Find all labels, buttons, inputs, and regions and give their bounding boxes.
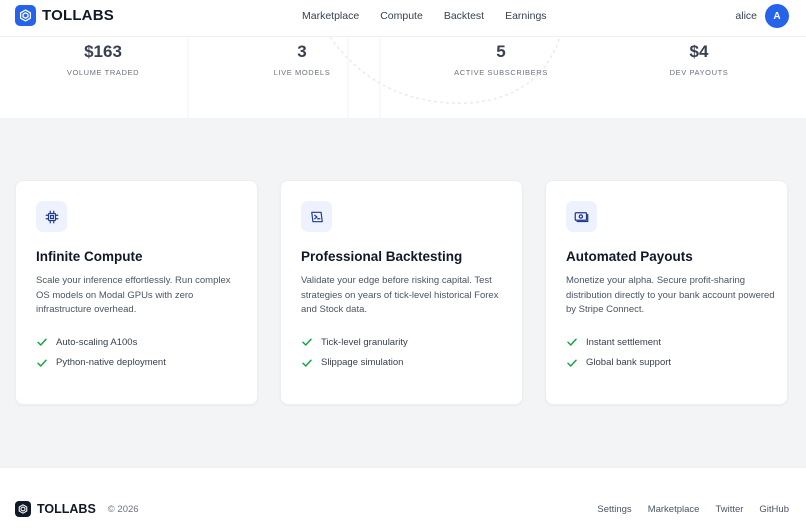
stat-label: VOLUME TRADED bbox=[66, 68, 140, 77]
list-item-text: Instant settlement bbox=[586, 336, 661, 348]
list-item: Auto-scaling A100s bbox=[36, 335, 166, 349]
brand-name: TOLLABS bbox=[42, 7, 114, 24]
footer-link-github[interactable]: GitHub bbox=[759, 504, 789, 515]
hexagon-logo-icon bbox=[15, 501, 31, 517]
card-description: Monetize your alpha. Secure profit-shari… bbox=[566, 275, 775, 315]
avatar[interactable]: A bbox=[765, 4, 789, 28]
list-item-text: Auto-scaling A100s bbox=[56, 336, 138, 348]
feature-card-compute: Infinite Compute Scale your inference ef… bbox=[15, 180, 258, 405]
check-icon bbox=[36, 336, 48, 348]
stats-band: $163 VOLUME TRADED 3 LIVE MODELS 5 ACTIV… bbox=[0, 37, 806, 118]
stat-label: LIVE MODELS bbox=[273, 68, 331, 77]
check-icon bbox=[301, 357, 313, 369]
footer-links: Settings Marketplace Twitter GitHub bbox=[597, 504, 789, 515]
feature-list: Tick-level granularity Slippage simulati… bbox=[301, 335, 408, 376]
nav-link-earnings[interactable]: Earnings bbox=[505, 10, 546, 22]
footer-brand-name: TOLLABS bbox=[37, 502, 96, 516]
username: alice bbox=[735, 10, 757, 22]
user-menu[interactable]: alice A bbox=[735, 4, 789, 28]
feature-card-payouts: Automated Payouts Monetize your alpha. S… bbox=[545, 180, 788, 405]
money-icon bbox=[566, 201, 597, 232]
check-icon bbox=[301, 336, 313, 348]
footer-link-marketplace[interactable]: Marketplace bbox=[648, 504, 700, 515]
feature-list: Auto-scaling A100s Python-native deploym… bbox=[36, 335, 166, 376]
list-item-text: Global bank support bbox=[586, 357, 672, 368]
list-item: Tick-level granularity bbox=[301, 335, 408, 349]
card-description: Validate your edge before risking capita… bbox=[301, 275, 499, 315]
list-item: Python-native deployment bbox=[36, 356, 166, 370]
stat-value: $4 bbox=[689, 42, 709, 61]
card-title: Infinite Compute bbox=[36, 249, 143, 264]
list-item-text: Python-native deployment bbox=[56, 357, 166, 368]
stat-live-models: 3 LIVE MODELS bbox=[212, 42, 392, 77]
list-item: Global bank support bbox=[566, 356, 671, 370]
footer: TOLLABS © 2026 Settings Marketplace Twit… bbox=[0, 467, 806, 531]
stat-value: $163 bbox=[84, 42, 122, 61]
chart-icon bbox=[301, 201, 332, 232]
stat-label: DEV PAYOUTS bbox=[669, 68, 729, 77]
check-icon bbox=[566, 336, 578, 348]
card-title: Professional Backtesting bbox=[301, 249, 463, 264]
features-section: Infinite Compute Scale your inference ef… bbox=[0, 118, 806, 467]
list-item-text: Tick-level granularity bbox=[321, 336, 408, 348]
check-icon bbox=[566, 357, 578, 369]
footer-link-settings[interactable]: Settings bbox=[597, 504, 631, 515]
stat-volume-traded: $163 VOLUME TRADED bbox=[13, 42, 193, 77]
cpu-icon bbox=[36, 201, 67, 232]
card-description: Scale your inference effortlessly. Run c… bbox=[36, 275, 231, 315]
nav-link-marketplace[interactable]: Marketplace bbox=[302, 10, 359, 22]
copyright: © 2026 bbox=[107, 503, 139, 515]
feature-card-backtesting: Professional Backtesting Validate your e… bbox=[280, 180, 523, 405]
list-item-text: Slippage simulation bbox=[321, 357, 404, 368]
feature-list: Instant settlement Global bank support bbox=[566, 335, 671, 376]
footer-link-twitter[interactable]: Twitter bbox=[715, 504, 743, 515]
card-title: Automated Payouts bbox=[566, 249, 693, 264]
stat-label: ACTIVE SUBSCRIBERS bbox=[454, 68, 548, 77]
check-icon bbox=[36, 357, 48, 369]
top-navbar: TOLLABS Marketplace Compute Backtest Ear… bbox=[0, 0, 806, 37]
list-item: Slippage simulation bbox=[301, 356, 408, 370]
nav-link-compute[interactable]: Compute bbox=[380, 10, 423, 22]
list-item: Instant settlement bbox=[566, 335, 671, 349]
stat-dev-payouts: $4 DEV PAYOUTS bbox=[609, 42, 789, 77]
stat-active-subscribers: 5 ACTIVE SUBSCRIBERS bbox=[411, 42, 591, 77]
stat-value: 3 bbox=[297, 42, 307, 61]
nav-link-backtest[interactable]: Backtest bbox=[444, 10, 484, 22]
hexagon-logo-icon bbox=[15, 5, 36, 26]
footer-brand: TOLLABS © 2026 bbox=[15, 501, 139, 517]
main-nav: Marketplace Compute Backtest Earnings bbox=[302, 10, 568, 22]
stat-value: 5 bbox=[496, 42, 506, 61]
brand-logo-link[interactable]: TOLLABS bbox=[15, 5, 114, 26]
